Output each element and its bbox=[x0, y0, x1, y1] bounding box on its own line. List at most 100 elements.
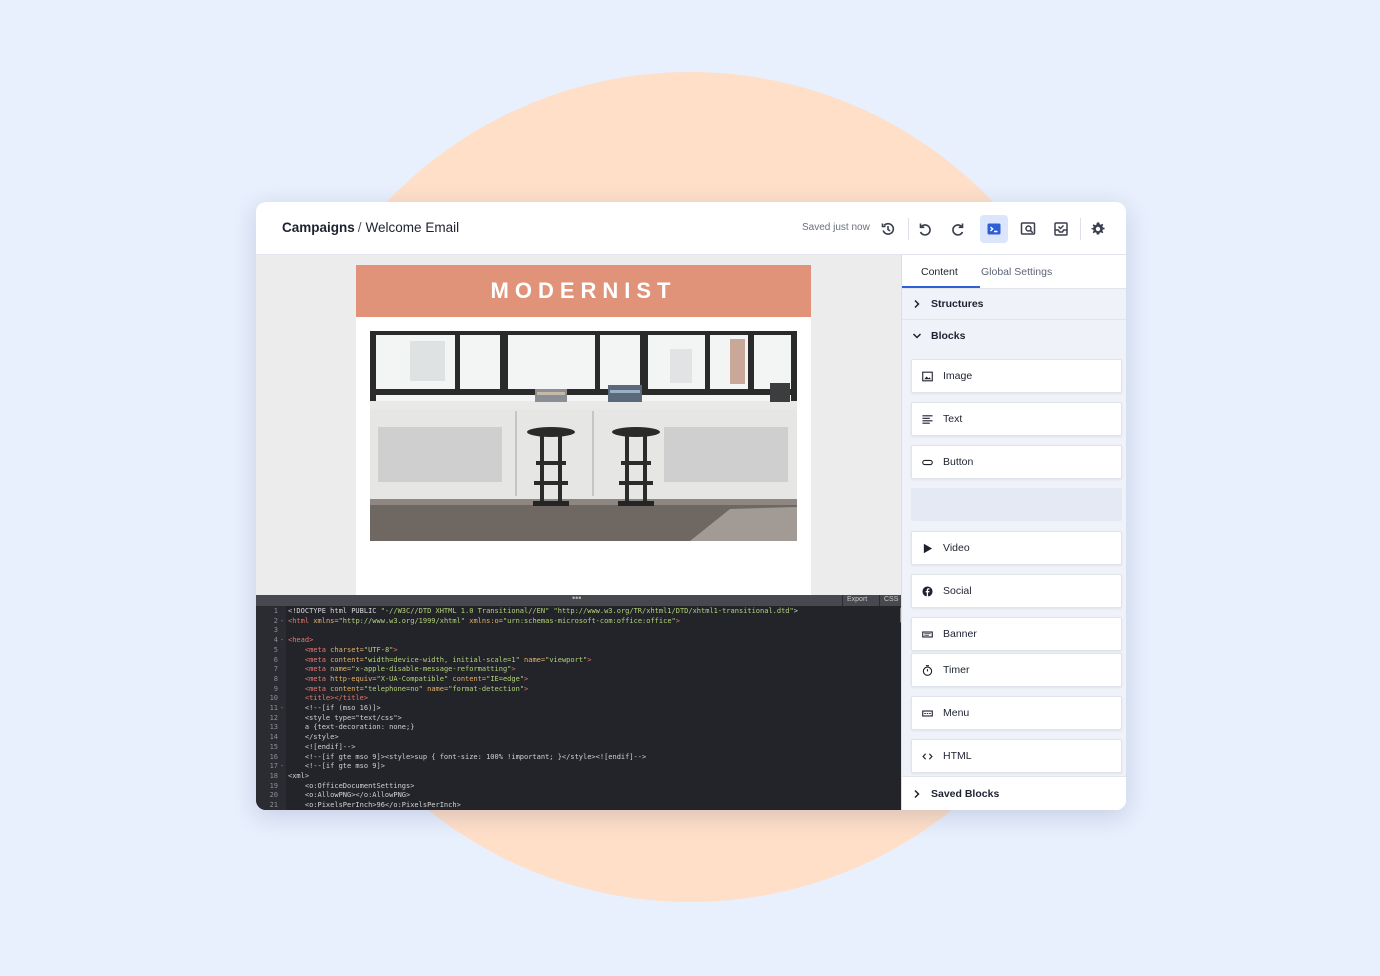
code-token: > bbox=[793, 607, 798, 615]
line-number: 6 bbox=[273, 655, 278, 664]
line-text: <o:PixelsPerInch>96</o:PixelsPerInch> bbox=[286, 801, 461, 810]
settings-icon[interactable] bbox=[1084, 215, 1112, 243]
block-timer[interactable]: Timer bbox=[911, 653, 1122, 687]
line-number: 17 bbox=[269, 762, 278, 771]
fold-gutter bbox=[278, 733, 286, 743]
code-token: "http://www.w3.org/1999/xhtml" bbox=[338, 616, 466, 625]
history-icon[interactable] bbox=[874, 215, 902, 243]
line-text bbox=[286, 626, 288, 636]
tab-content[interactable]: Content bbox=[921, 266, 958, 278]
content-panel: Content Global Settings Structures Block… bbox=[901, 255, 1126, 810]
line-text: <![endif]--> bbox=[286, 743, 356, 753]
code-token: "X-UA-Compatible" bbox=[376, 674, 449, 683]
code-line: 17- <!--[if gte mso 9]> bbox=[256, 762, 901, 772]
fold-icon[interactable]: - bbox=[278, 762, 286, 772]
line-number: 2 bbox=[273, 616, 278, 625]
editor-resize-bar[interactable]: ••• Export CSS bbox=[256, 593, 902, 606]
code-token: "format-detection" bbox=[448, 684, 525, 693]
code-token: <html bbox=[288, 616, 314, 625]
fold-gutter bbox=[278, 791, 286, 801]
code-token: > bbox=[524, 684, 529, 693]
breadcrumb-campaigns-link[interactable]: Campaigns bbox=[282, 220, 355, 235]
send-test-icon[interactable] bbox=[1047, 215, 1075, 243]
line-number: 4 bbox=[273, 636, 278, 645]
line-number: 9 bbox=[273, 684, 278, 693]
block-menu[interactable]: Menu bbox=[911, 696, 1122, 730]
block-video[interactable]: Video bbox=[911, 531, 1122, 565]
redo-icon[interactable] bbox=[944, 215, 972, 243]
line-text: <meta name="x-apple-disable-message-refo… bbox=[286, 665, 516, 675]
line-number: 16 bbox=[269, 752, 278, 761]
code-token: content= bbox=[330, 655, 364, 664]
line-text: <!--[if gte mso 9]> bbox=[286, 762, 385, 772]
line-number: 18 bbox=[269, 771, 278, 780]
code-token: <meta bbox=[304, 645, 331, 654]
banner-icon bbox=[922, 630, 933, 638]
line-text: <!--[if gte mso 9]><style>sup { font-siz… bbox=[286, 753, 646, 763]
block-banner[interactable]: Banner bbox=[911, 617, 1122, 651]
code-line: 12 <style type="text/css"> bbox=[256, 714, 901, 724]
save-status: Saved just now bbox=[802, 222, 870, 233]
export-tab[interactable]: Export bbox=[842, 595, 871, 606]
breadcrumb: Campaigns / Welcome Email bbox=[282, 220, 459, 235]
block-text[interactable]: Text bbox=[911, 402, 1122, 436]
hero-image[interactable] bbox=[370, 331, 797, 541]
code-token: charset= bbox=[330, 645, 364, 654]
undo-icon[interactable] bbox=[911, 215, 939, 243]
block-button[interactable]: Button bbox=[911, 445, 1122, 479]
code-token: name= bbox=[330, 665, 352, 674]
code-lines[interactable]: 1 <!DOCTYPE html PUBLIC "-//W3C//DTD XHTM… bbox=[256, 607, 901, 810]
tab-global-settings[interactable]: Global Settings bbox=[981, 266, 1052, 278]
block-placeholder[interactable] bbox=[911, 488, 1122, 521]
image-icon bbox=[922, 371, 933, 381]
line-number: 14 bbox=[269, 733, 278, 742]
code-token: <!--[if gte mso 9]><style>sup { font-siz… bbox=[288, 752, 647, 761]
editor-window: Campaigns / Welcome Email Saved just now M bbox=[256, 202, 1126, 810]
structures-section[interactable]: Structures bbox=[902, 289, 1126, 320]
code-line: 10 <title></title> bbox=[256, 694, 901, 704]
block-image[interactable]: Image bbox=[911, 359, 1122, 393]
blocks-section[interactable]: Blocks bbox=[902, 320, 1126, 351]
line-number: 19 bbox=[269, 781, 278, 790]
fold-gutter bbox=[278, 714, 286, 724]
fold-icon[interactable]: - bbox=[278, 636, 286, 646]
preview-icon[interactable] bbox=[1014, 215, 1042, 243]
fold-icon[interactable]: - bbox=[278, 704, 286, 714]
block-html[interactable]: HTML bbox=[911, 739, 1122, 773]
code-token: <meta bbox=[304, 684, 331, 693]
button-icon bbox=[922, 459, 933, 465]
code-token: "width=device-width, initial-scale=1" bbox=[363, 655, 520, 664]
fold-icon[interactable]: - bbox=[278, 617, 286, 627]
code-line: 11- <!--[if (mso 16)]> bbox=[256, 704, 901, 714]
block-social[interactable]: Social bbox=[911, 574, 1122, 608]
code-line: 9 <meta content="telephone=no" name="for… bbox=[256, 685, 901, 695]
line-text: <o:AllowPNG></o:AllowPNG> bbox=[286, 791, 410, 801]
blocks-label: Blocks bbox=[931, 329, 966, 342]
code-token: "-//W3C//DTD XHTML 1.0 Transitional//EN" bbox=[380, 607, 550, 615]
fold-gutter bbox=[278, 626, 286, 636]
block-label: Banner bbox=[943, 628, 977, 640]
code-token: "viewport" bbox=[545, 655, 588, 664]
code-line: 2- <html xmlns="http://www.w3.org/1999/xh… bbox=[256, 617, 901, 627]
code-line: 14 </style> bbox=[256, 733, 901, 743]
code-editor-icon[interactable] bbox=[980, 215, 1008, 243]
brand-header[interactable]: MODERNIST bbox=[356, 265, 811, 317]
panel-tabs: Content Global Settings bbox=[902, 255, 1126, 289]
code-token: "UTF-8" bbox=[363, 645, 394, 654]
code-token: > bbox=[587, 655, 592, 664]
email-preview: MODERNIST bbox=[356, 265, 811, 595]
css-tab[interactable]: CSS bbox=[879, 595, 902, 606]
drag-handle-icon[interactable]: ••• bbox=[572, 593, 581, 603]
line-text: <meta content="width=device-width, initi… bbox=[286, 655, 592, 666]
line-text: <!DOCTYPE html PUBLIC "-//W3C//DTD XHTML… bbox=[286, 607, 798, 617]
code-token: name= bbox=[524, 655, 546, 664]
code-line: 7 <meta name="x-apple-disable-message-re… bbox=[256, 665, 901, 675]
code-token: <title></title> bbox=[304, 694, 369, 703]
code-token: <meta bbox=[304, 665, 331, 674]
code-editor[interactable]: ••• Export CSS 1 <!DOCTYPE html PUBLIC "-… bbox=[256, 593, 902, 810]
saved-blocks-section[interactable]: Saved Blocks bbox=[902, 776, 1126, 810]
fold-gutter bbox=[278, 723, 286, 733]
